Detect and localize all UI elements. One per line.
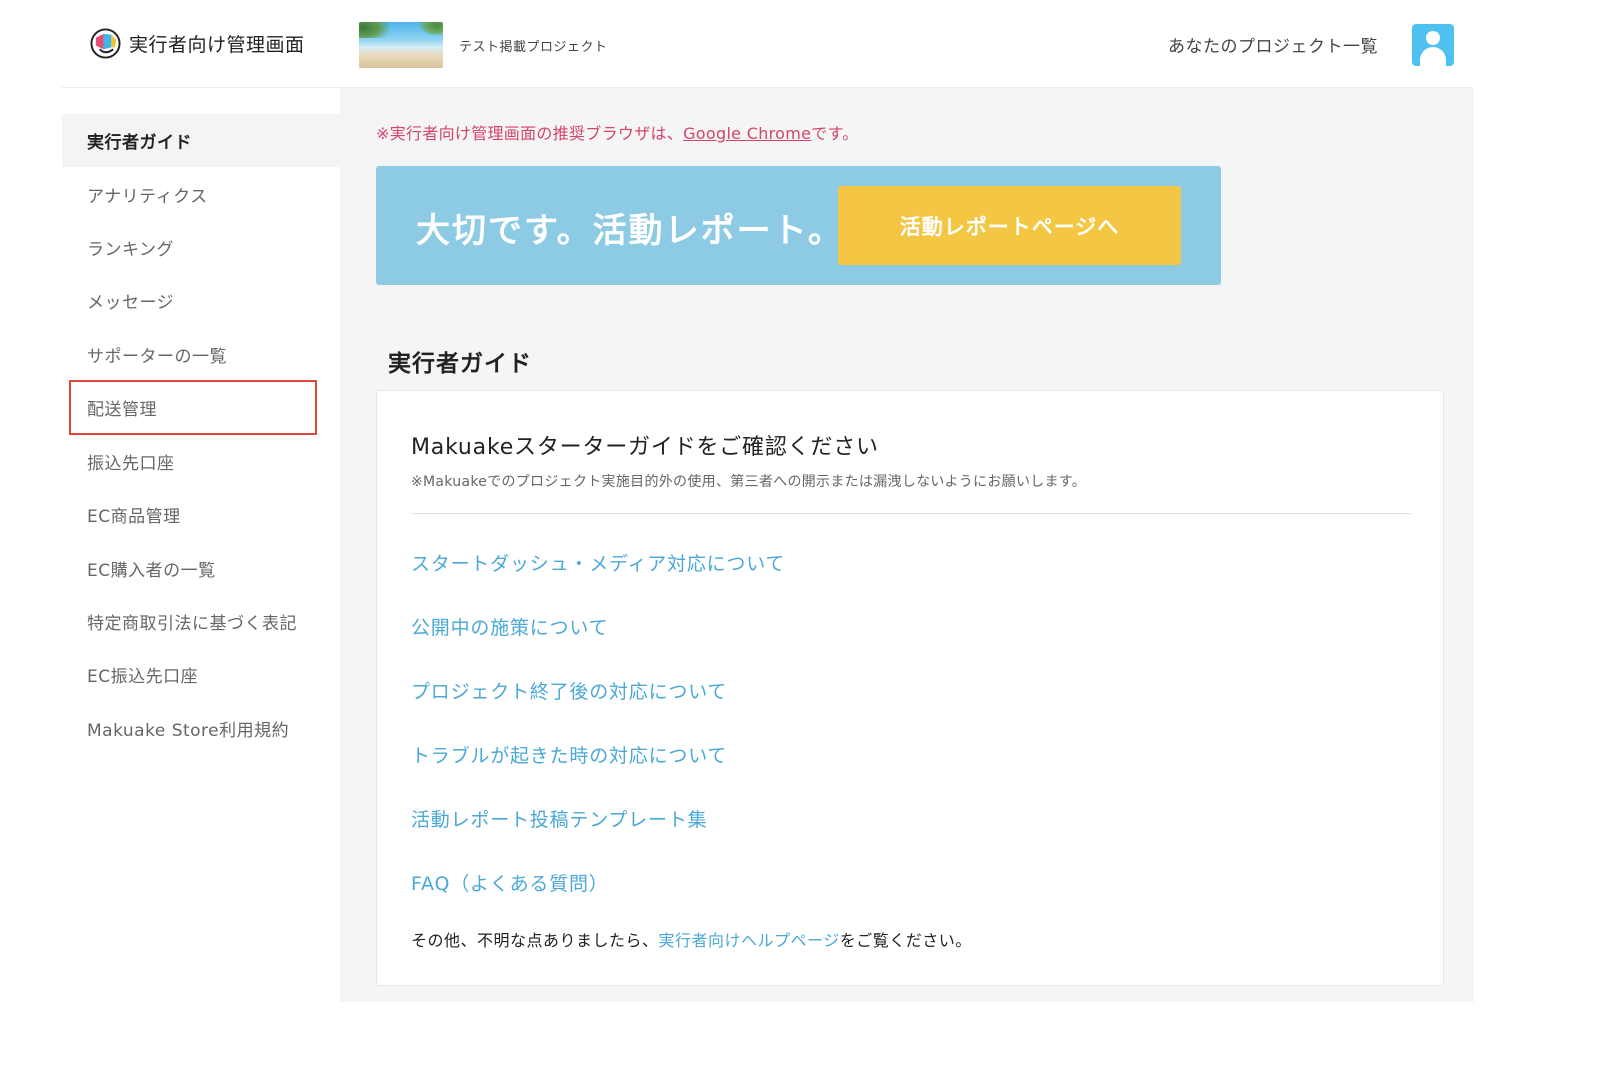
activity-report-banner: 大切です。活動レポート。 活動レポートページへ xyxy=(376,166,1221,285)
sidebar-item-ec-buyers[interactable]: EC購入者の一覧 xyxy=(62,542,340,595)
user-avatar-icon[interactable] xyxy=(1412,24,1454,66)
logo-area[interactable]: 実行者向け管理画面 xyxy=(90,28,305,59)
card-note: ※Makuakeでのプロジェクト実施目的外の使用、第三者への開示または漏洩しない… xyxy=(411,474,1087,490)
sidebar-item-messages[interactable]: メッセージ xyxy=(62,274,340,327)
projects-list-link[interactable]: あなたのプロジェクト一覧 xyxy=(1168,32,1378,57)
footer-suffix: をご覧ください。 xyxy=(839,931,972,950)
project-thumbnail xyxy=(359,22,443,68)
footer-prefix: その他、不明な点ありましたら、 xyxy=(411,931,659,950)
notice-suffix: です。 xyxy=(811,124,859,143)
project-name: テスト掲載プロジェクト xyxy=(459,39,608,55)
main-content: ※実行者向け管理画面の推奨ブラウザは、Google Chromeです。 大切です… xyxy=(340,88,1474,1002)
sidebar-item-ec-products[interactable]: EC商品管理 xyxy=(62,488,340,541)
section-title: 実行者ガイド xyxy=(388,351,532,377)
sidebar-item-ranking[interactable]: ランキング xyxy=(62,221,340,274)
sidebar-item-shipping[interactable]: 配送管理 xyxy=(62,381,340,434)
sidebar: 実行者ガイド アナリティクス ランキング メッセージ サポーターの一覧 配送管理… xyxy=(62,88,340,1002)
app-title: 実行者向け管理画面 xyxy=(129,34,305,56)
sidebar-item-guide[interactable]: 実行者ガイド xyxy=(62,114,340,167)
starter-guide-card: Makuakeスターターガイドをご確認ください ※Makuakeでのプロジェクト… xyxy=(376,390,1444,986)
notice-prefix: ※実行者向け管理画面の推奨ブラウザは、 xyxy=(376,124,684,143)
guide-link-active-measures[interactable]: 公開中の施策について xyxy=(411,613,608,640)
sidebar-item-legal-notice[interactable]: 特定商取引法に基づく表記 xyxy=(62,595,340,648)
sidebar-item-store-terms[interactable]: Makuake Store利用規約 xyxy=(62,702,340,755)
header: 実行者向け管理画面 テスト掲載プロジェクト あなたのプロジェクト一覧 xyxy=(62,0,1473,88)
help-page-link[interactable]: 実行者向けヘルプページ xyxy=(659,931,840,950)
sidebar-item-bank-account[interactable]: 振込先口座 xyxy=(62,435,340,488)
card-divider xyxy=(411,513,1411,514)
guide-link-trouble[interactable]: トラブルが起きた時の対応について xyxy=(411,741,727,768)
guide-link-after-project[interactable]: プロジェクト終了後の対応について xyxy=(411,677,727,704)
sidebar-item-ec-bank-account[interactable]: EC振込先口座 xyxy=(62,648,340,701)
browser-notice: ※実行者向け管理画面の推奨ブラウザは、Google Chromeです。 xyxy=(376,120,859,144)
activity-report-button[interactable]: 活動レポートページへ xyxy=(838,186,1181,265)
guide-link-report-templates[interactable]: 活動レポート投稿テンプレート集 xyxy=(411,805,707,832)
makuake-logo-icon xyxy=(90,28,121,59)
help-footer: その他、不明な点ありましたら、実行者向けヘルプページをご覧ください。 xyxy=(411,927,972,951)
card-title: Makuakeスターターガイドをご確認ください xyxy=(411,435,879,460)
sidebar-item-analytics[interactable]: アナリティクス xyxy=(62,168,340,221)
banner-text: 大切です。活動レポート。 xyxy=(416,211,844,251)
current-project[interactable]: テスト掲載プロジェクト xyxy=(359,22,608,68)
guide-link-faq[interactable]: FAQ（よくある質問） xyxy=(411,869,609,896)
google-chrome-link[interactable]: Google Chrome xyxy=(683,124,811,143)
guide-link-start-dash[interactable]: スタートダッシュ・メディア対応について xyxy=(411,549,785,576)
sidebar-item-supporters[interactable]: サポーターの一覧 xyxy=(62,328,340,381)
